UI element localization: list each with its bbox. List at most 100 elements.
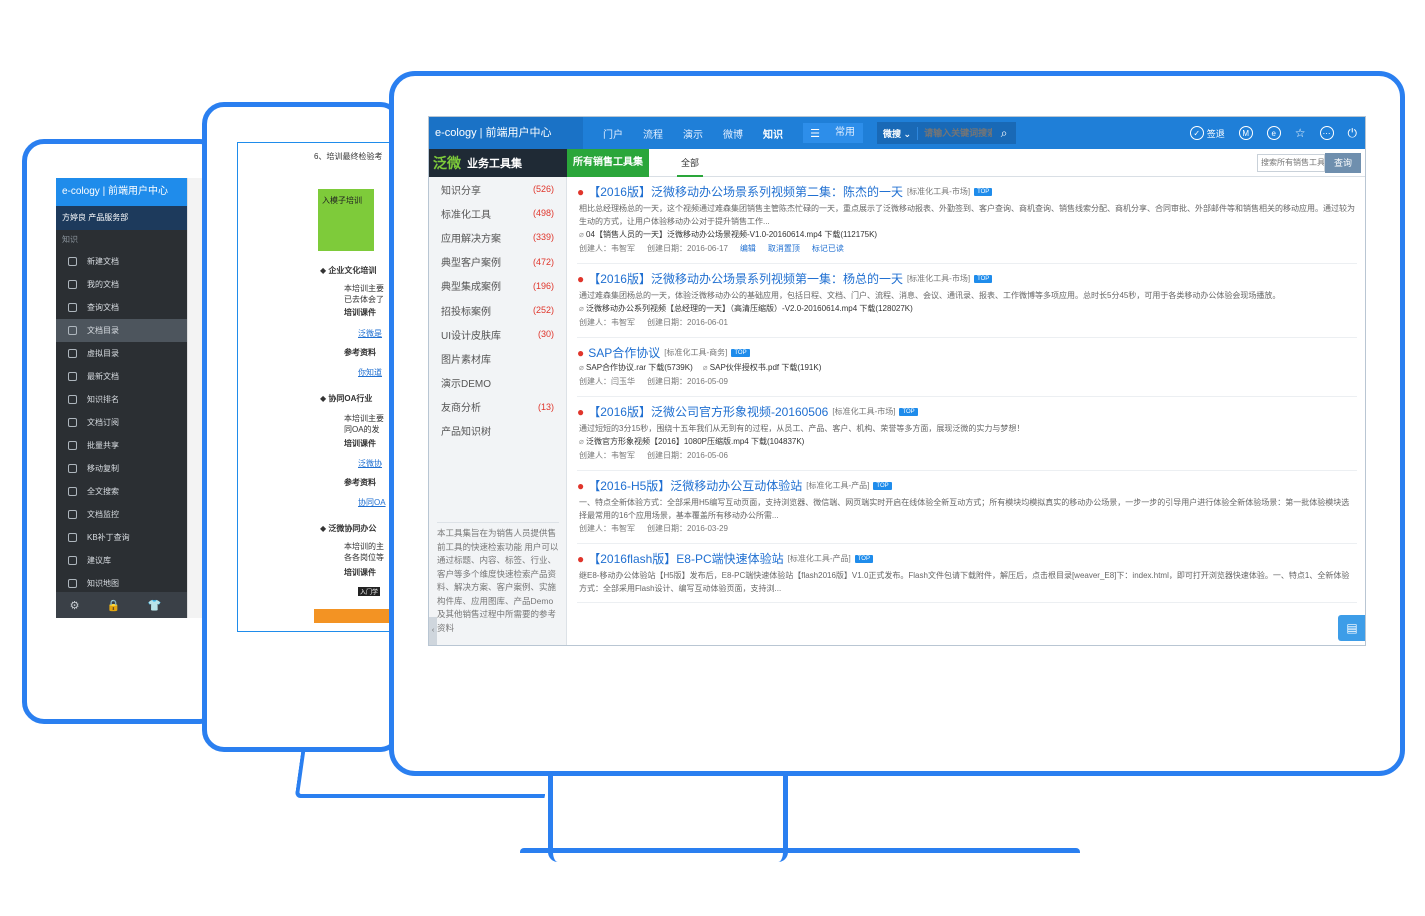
category-item[interactable]: 知识分享 (526) xyxy=(429,177,566,201)
doc-text: 已去体会了 xyxy=(344,295,384,304)
category-name: 图片素材库 xyxy=(441,354,491,366)
category-count: (498) xyxy=(532,208,554,219)
doc-label: 培训课件 xyxy=(344,568,376,577)
entry-title-link[interactable]: 【2016版】泛微移动办公场景系列视频第一集：杨总的一天 xyxy=(588,270,903,287)
category-item[interactable]: 图片素材库 xyxy=(429,346,566,370)
m-icon[interactable]: M xyxy=(1238,126,1253,140)
doc-text: 本培训主要 xyxy=(344,414,384,423)
entry-date: 创建日期：2016-06-01 xyxy=(647,318,728,327)
attachment-link[interactable]: ⌀ 04【销售人员的一天】泛微移动办公场景视频-V1.0-20160614.mp… xyxy=(579,228,877,242)
doc-link[interactable]: 泛微协 xyxy=(358,458,382,469)
search-input[interactable] xyxy=(918,128,993,138)
entry-description: 通过短短的3分15秒，围绕十五年我们从无到有的过程，从员工、产品、客户、机构、荣… xyxy=(579,424,1025,433)
bullet-icon: ● xyxy=(577,345,585,360)
entry-title-link[interactable]: 【2016版】泛微公司官方形象视频-20160506 xyxy=(588,403,828,420)
search-type-select[interactable]: 微搜 ⌄ xyxy=(877,126,919,140)
entry-meta: 创建人：韦智军 创建日期：2016-05-06 xyxy=(577,449,1357,463)
doc-link[interactable]: 协同OA xyxy=(358,497,386,508)
menu-icon[interactable]: ☰ xyxy=(803,123,827,143)
attachment-link[interactable]: ⌀ SAP伙伴授权书.pdf 下载(191K) xyxy=(703,361,822,375)
nav-item[interactable]: 知识 xyxy=(753,126,793,141)
category-item[interactable]: 演示DEMO xyxy=(429,371,566,395)
category-name: 应用解决方案 xyxy=(441,233,501,245)
sidebar-item-label: 我的文档 xyxy=(87,280,119,289)
doc-text: 本培训主要 xyxy=(344,284,384,293)
category-sidebar: 知识分享 (526) 标准化工具 (498) 应用解决方案 (339) 典型客户案例 (472… xyxy=(429,177,567,645)
entry-creator: 创建人：闫玉华 xyxy=(579,377,635,386)
category-item[interactable]: 应用解决方案 (339) xyxy=(429,225,566,249)
category-item[interactable]: UI设计皮肤库 (30) xyxy=(429,322,566,346)
entry-title-row: ● SAP合作协议 [标准化工具-商务] TOP xyxy=(577,344,1357,361)
nav-item[interactable]: 门户 xyxy=(593,126,633,141)
menu-item-icon xyxy=(68,280,77,289)
bullet-icon: ● xyxy=(577,551,585,566)
settings-icon[interactable]: ⚙ xyxy=(70,599,80,612)
nav-common[interactable]: 常用 xyxy=(827,123,863,143)
category-count: (13) xyxy=(537,401,554,412)
entry-title-row: ● 【2016flash版】E8-PC端快速体验站 [标准化工具-产品] TOP xyxy=(577,550,1357,567)
top-badge: TOP xyxy=(854,554,873,563)
tab-all[interactable]: 全部 xyxy=(677,149,704,177)
chat-icon[interactable]: ▤ xyxy=(1338,615,1365,641)
document-list: ● 【2016版】泛微移动办公场景系列视频第二集：陈杰的一天 [标准化工具-市场] T… xyxy=(567,177,1365,645)
entry-action-link[interactable]: 取消置顶 xyxy=(768,242,800,256)
attachment-link[interactable]: ⌀ SAP合作协议.rar 下载(5739K) xyxy=(579,361,693,375)
category-item[interactable]: 典型集成案例 (196) xyxy=(429,274,566,298)
doc-heading: ◆ 泛微协同办公 xyxy=(320,524,377,533)
star-icon[interactable]: ☆ xyxy=(1295,126,1306,140)
attachment-link[interactable]: ⌀ 泛微移动办公系列视频【总经理的一天】（高清压缩版）-V2.0-2016061… xyxy=(579,302,913,316)
document-entry: ● 【2016版】泛微移动办公场景系列视频第一集：杨总的一天 [标准化工具-市场] T… xyxy=(577,264,1357,338)
shirt-icon[interactable]: 👕 xyxy=(148,599,162,612)
power-icon[interactable]: ⏻ xyxy=(1348,126,1358,141)
entry-action-link[interactable]: 编辑 xyxy=(740,242,756,256)
app-brand[interactable]: e-cology | 前端用户中心 xyxy=(429,117,583,149)
entry-title-link[interactable]: SAP合作协议 xyxy=(588,344,660,361)
nav-item[interactable]: 微博 xyxy=(713,126,753,141)
category-name: 演示DEMO xyxy=(441,379,491,391)
top-badge: TOP xyxy=(899,407,918,416)
doc-text: 各各岗位等 xyxy=(344,553,384,562)
collapse-handle[interactable]: ‹ xyxy=(429,617,437,645)
nav-item[interactable]: 演示 xyxy=(673,126,713,141)
bullet-icon: ● xyxy=(577,404,585,419)
category-list: 知识分享 (526) 标准化工具 (498) 应用解决方案 (339) 典型客户案例 (472… xyxy=(429,177,566,443)
category-item[interactable]: 典型客户案例 (472) xyxy=(429,250,566,274)
more-icon[interactable]: ⋯ xyxy=(1319,126,1334,140)
entry-category: [标准化工具-商务] xyxy=(664,348,728,357)
entry-title-link[interactable]: 【2016-H5版】泛微移动办公互动体验站 xyxy=(588,477,802,494)
category-name: 典型客户案例 xyxy=(441,258,501,270)
e-icon[interactable]: e xyxy=(1266,126,1281,140)
category-item[interactable]: 产品知识树 xyxy=(429,419,566,443)
doc-link[interactable]: 你知道 xyxy=(358,367,382,378)
entry-description: 继E8-移动办公体验站【H5版】发布后，E8-PC端快速体验站【flash201… xyxy=(579,571,1350,593)
sidebar-item-label: 虚拟目录 xyxy=(87,349,119,358)
lock-icon[interactable]: 🔒 xyxy=(107,599,121,612)
entry-title-link[interactable]: 【2016版】泛微移动办公场景系列视频第二集：陈杰的一天 xyxy=(588,183,903,200)
nav-item[interactable]: 流程 xyxy=(633,126,673,141)
category-item[interactable]: 招投标案例 (252) xyxy=(429,298,566,322)
entry-date: 创建日期：2016-05-06 xyxy=(647,451,728,460)
top-navigation-bar: e-cology | 前端用户中心 门户流程演示微博知识 ☰ 常用 微搜 ⌄ ⌕… xyxy=(429,117,1365,149)
attachment-link[interactable]: ⌀ 泛微官方形象视频【2016】1080P压缩版.mp4 下载(104837K) xyxy=(579,435,804,449)
entry-action-link[interactable]: 标记已读 xyxy=(812,242,844,256)
sidebar-item-label: 文档订阅 xyxy=(87,418,119,427)
sign-out-button[interactable]: ✓ 签退 xyxy=(1189,126,1225,140)
search-icon[interactable]: ⌕ xyxy=(992,122,1016,144)
category-name: 招投标案例 xyxy=(441,306,491,318)
category-count: (472) xyxy=(532,256,554,267)
menu-item-icon xyxy=(68,303,77,312)
monitor-base-main xyxy=(520,848,1080,858)
sidebar-item-label: 文档目录 xyxy=(87,326,119,335)
toolset-search-button[interactable]: 查询 xyxy=(1325,152,1361,173)
category-item[interactable]: 友商分析 (13) xyxy=(429,395,566,419)
doc-link[interactable]: 泛微是 xyxy=(358,328,382,339)
tab-all-sales-tools[interactable]: 所有销售工具集 xyxy=(567,148,649,177)
entry-title-row: ● 【2016-H5版】泛微移动办公互动体验站 [标准化工具-产品] TOP xyxy=(577,477,1357,494)
sidebar-item-label: 知识排名 xyxy=(87,395,119,404)
entry-title-link[interactable]: 【2016flash版】E8-PC端快速体验站 xyxy=(588,550,783,567)
entry-meta: 创建人：韦智军 创建日期：2016-03-29 xyxy=(577,522,1357,536)
menu-item-icon xyxy=(68,579,77,588)
toolset-search-input[interactable] xyxy=(1257,153,1325,172)
document-entry: ● SAP合作协议 [标准化工具-商务] TOP ⌀ SAP合作协议.rar 下载(57… xyxy=(577,338,1357,397)
category-item[interactable]: 标准化工具 (498) xyxy=(429,201,566,225)
